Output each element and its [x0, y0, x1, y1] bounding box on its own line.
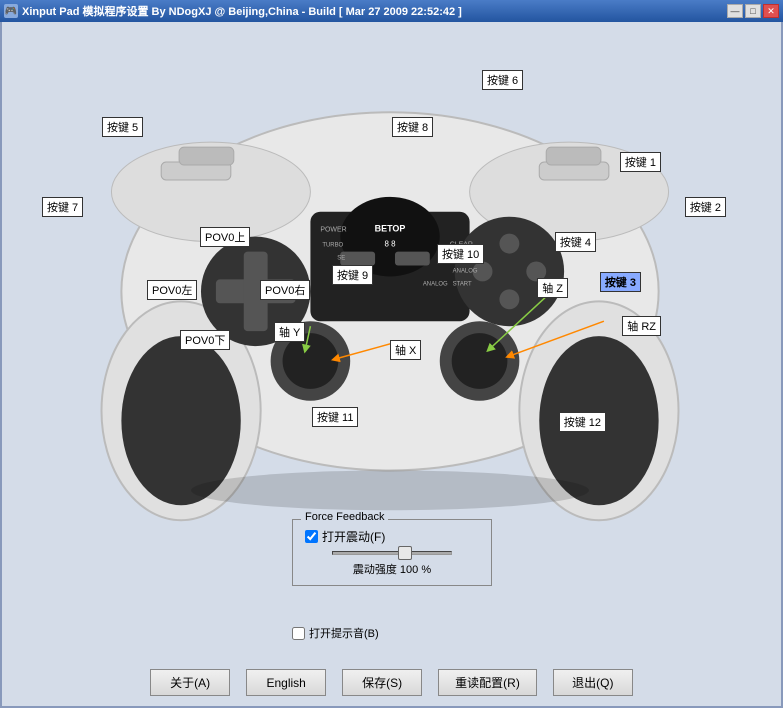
reload-button[interactable]: 重读配置(R) — [438, 669, 537, 696]
button2-label: 按键 2 — [685, 197, 726, 217]
button9-label: 按键 9 — [332, 265, 373, 285]
svg-text:8 8: 8 8 — [384, 240, 396, 249]
bottom-buttons: 关于(A) English 保存(S) 重读配置(R) 退出(Q) — [2, 669, 781, 696]
pov-up-label: POV0上 — [200, 227, 250, 247]
button5-label: 按键 5 — [102, 117, 143, 137]
force-feedback-label: Force Feedback — [301, 511, 388, 523]
save-button[interactable]: 保存(S) — [342, 669, 422, 696]
button7-label: 按键 7 — [42, 197, 83, 217]
minimize-button[interactable]: — — [727, 4, 743, 18]
maximize-button[interactable]: □ — [745, 4, 761, 18]
force-feedback-group: Force Feedback 打开震动(F) 震动强度 100 % — [292, 519, 492, 586]
exit-button[interactable]: 退出(Q) — [553, 669, 633, 696]
svg-text:POWER: POWER — [320, 227, 346, 234]
button6-label: 按键 6 — [482, 70, 523, 90]
button11-label: 按键 11 — [312, 407, 358, 427]
enable-vibration-checkbox[interactable] — [305, 530, 318, 543]
svg-text:ANALOG: ANALOG — [423, 281, 448, 287]
button4-label: 按键 4 — [555, 232, 596, 252]
english-button[interactable]: English — [246, 669, 326, 696]
svg-text:SE: SE — [337, 256, 345, 262]
axis-x-label: 轴 X — [390, 340, 421, 360]
axis-rz-label: 轴 RZ — [622, 316, 661, 336]
main-window: BETOP 8 8 POWER TURBO CLEAR TURBO — [0, 22, 783, 708]
enable-vibration-label: 打开震动(F) — [322, 528, 385, 545]
pov-left-label: POV0左 — [147, 280, 197, 300]
about-button[interactable]: 关于(A) — [150, 669, 230, 696]
close-button[interactable]: ✕ — [763, 4, 779, 18]
title-bar-icon: 🎮 — [4, 4, 18, 18]
svg-text:BETOP: BETOP — [375, 224, 406, 234]
button8-label: 按键 8 — [392, 117, 433, 137]
notify-row: 打开提示音(B) — [292, 625, 379, 641]
svg-text:ANALOG: ANALOG — [453, 268, 478, 274]
notify-label: 打开提示音(B) — [309, 625, 379, 641]
svg-text:START: START — [453, 281, 472, 287]
notify-checkbox[interactable] — [292, 627, 305, 640]
button10-label: 按键 10 — [437, 244, 484, 264]
title-bar: 🎮 Xinput Pad 模拟程序设置 By NDogXJ @ Beijing,… — [0, 0, 783, 22]
svg-text:TURBO: TURBO — [322, 243, 343, 249]
button1-label: 按键 1 — [620, 152, 661, 172]
title-bar-text: Xinput Pad 模拟程序设置 By NDogXJ @ Beijing,Ch… — [22, 3, 462, 19]
axis-z-label: 轴 Z — [537, 278, 568, 298]
button12-label: 按键 12 — [559, 412, 606, 432]
pov-right-label: POV0右 — [260, 280, 310, 300]
pov-down-label: POV0下 — [180, 330, 230, 350]
axis-y-label: 轴 Y — [274, 322, 305, 342]
button3-label: 按键 3 — [600, 272, 641, 292]
vibration-strength-label: 震动强度 100 % — [305, 561, 479, 577]
